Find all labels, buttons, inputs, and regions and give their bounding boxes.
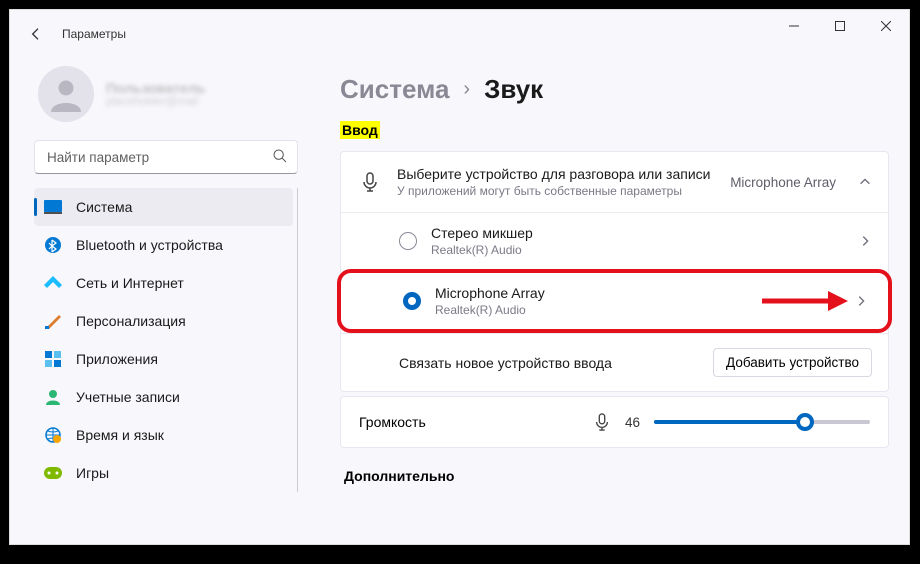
breadcrumb: Система › Звук [340, 58, 889, 115]
input-device-title: Выберите устройство для разговора или за… [397, 166, 714, 182]
maximize-button[interactable] [817, 10, 863, 42]
settings-window: Параметры Пользователь placeholder@mail [9, 9, 910, 545]
user-name: Пользователь [106, 80, 205, 96]
chevron-right-icon [854, 294, 868, 308]
device-row-microphone-array[interactable]: Microphone Array Realtek(R) Audio [345, 273, 884, 329]
apps-icon [44, 350, 62, 368]
volume-slider[interactable] [654, 420, 870, 424]
nav-label: Система [76, 199, 132, 215]
nav-system[interactable]: Система [34, 188, 293, 226]
app-title: Параметры [62, 27, 126, 41]
avatar [38, 66, 94, 122]
nav-personalization[interactable]: Персонализация [34, 302, 293, 340]
pair-label: Связать новое устройство ввода [399, 355, 612, 371]
annotation-highlight: Microphone Array Realtek(R) Audio [337, 269, 892, 333]
minimize-button[interactable] [771, 10, 817, 42]
account-icon [44, 388, 62, 406]
titlebar: Параметры [10, 10, 909, 58]
chevron-right-icon: › [463, 78, 470, 101]
chevron-up-icon [858, 175, 872, 189]
game-icon [44, 464, 62, 482]
device-name: Стерео микшер [431, 225, 844, 241]
nav-gaming[interactable]: Игры [34, 454, 293, 492]
sidebar: Пользователь placeholder@mail Система Bl… [10, 58, 310, 544]
nav-label: Bluetooth и устройства [76, 237, 223, 253]
nav-apps[interactable]: Приложения [34, 340, 293, 378]
nav-label: Время и язык [76, 427, 164, 443]
nav-network[interactable]: Сеть и Интернет [34, 264, 293, 302]
input-device-subtitle: У приложений могут быть собственные пара… [397, 184, 714, 198]
brush-icon [44, 312, 62, 330]
back-button[interactable] [18, 16, 54, 52]
add-device-button[interactable]: Добавить устройство [713, 348, 872, 377]
page-title: Звук [484, 74, 543, 105]
globe-icon [44, 426, 62, 444]
user-email: placeholder@mail [106, 96, 205, 108]
radio-unchecked[interactable] [399, 232, 417, 250]
volume-label: Громкость [359, 414, 579, 430]
device-driver: Realtek(R) Audio [431, 243, 844, 257]
nav-label: Сеть и Интернет [76, 275, 184, 291]
nav-accounts[interactable]: Учетные записи [34, 378, 293, 416]
close-button[interactable] [863, 10, 909, 42]
microphone-icon [359, 172, 381, 192]
nav-label: Учетные записи [76, 389, 180, 405]
nav-bluetooth[interactable]: Bluetooth и устройства [34, 226, 293, 264]
microphone-icon [593, 413, 611, 431]
nav-label: Приложения [76, 351, 158, 367]
monitor-icon [44, 198, 62, 216]
nav-label: Персонализация [76, 313, 186, 329]
bluetooth-icon [44, 236, 62, 254]
user-block[interactable]: Пользователь placeholder@mail [34, 58, 298, 140]
device-name: Microphone Array [435, 285, 840, 301]
nav-label: Игры [76, 465, 109, 481]
selected-device: Microphone Array [730, 175, 836, 190]
device-driver: Realtek(R) Audio [435, 303, 840, 317]
volume-card: Громкость 46 [340, 396, 889, 448]
nav-time-language[interactable]: Время и язык [34, 416, 293, 454]
input-device-header[interactable]: Выберите устройство для разговора или за… [341, 152, 888, 212]
breadcrumb-parent[interactable]: Система [340, 74, 449, 105]
search-icon [272, 148, 288, 164]
device-row-stereo-mixer[interactable]: Стерео микшер Realtek(R) Audio [341, 212, 888, 269]
input-device-card: Выберите устройство для разговора или за… [340, 151, 889, 392]
section-advanced-label: Дополнительно [344, 468, 889, 484]
main-content: Система › Звук Ввод Выберите устройство … [310, 58, 909, 544]
volume-value: 46 [625, 415, 640, 430]
chevron-right-icon [858, 234, 872, 248]
pair-device-row: Связать новое устройство ввода Добавить … [341, 333, 888, 391]
search-input[interactable] [34, 140, 298, 174]
radio-checked[interactable] [403, 292, 421, 310]
section-input-label: Ввод [340, 121, 380, 139]
wifi-icon [44, 274, 62, 292]
nav: Система Bluetooth и устройства Сеть и Ин… [34, 188, 298, 492]
